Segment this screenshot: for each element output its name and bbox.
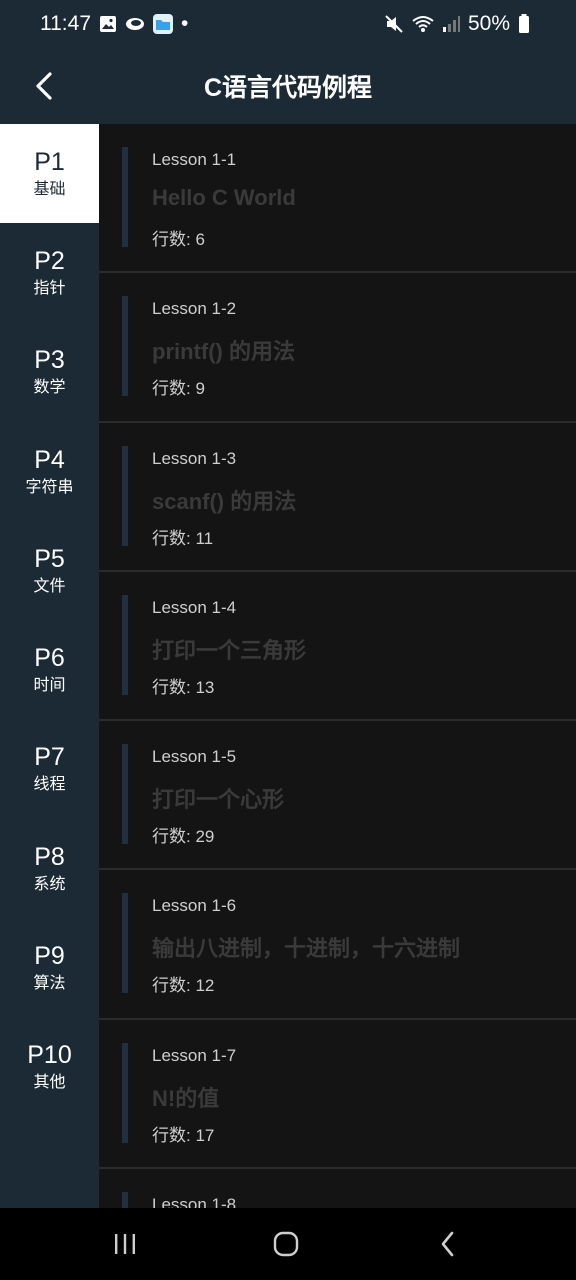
lesson-number: Lesson 1-3	[152, 448, 237, 468]
wifi-icon	[412, 15, 434, 33]
lesson-title: 打印一个心形	[152, 787, 285, 813]
notification-dot: •	[181, 12, 189, 35]
sidebar-item-p5[interactable]: P5 文件	[0, 521, 99, 620]
lesson-line-count: 行数: 29	[152, 827, 215, 847]
sidebar-item-code: P4	[34, 445, 65, 474]
sidebar-item-p10[interactable]: P10 其他	[0, 1018, 99, 1117]
lesson-line-count: 行数: 17	[152, 1125, 215, 1145]
sidebar-item-label: 时间	[33, 677, 66, 695]
lesson-line-count: 行数: 9	[152, 379, 205, 399]
sidebar-item-code: P5	[34, 544, 65, 573]
sidebar-item-p1[interactable]: P1 基础	[0, 124, 99, 224]
lesson-title: 打印一个三角形	[152, 637, 307, 663]
battery-icon	[518, 14, 530, 34]
lesson-card[interactable]: Lesson 1-3 scanf() 的用法 行数: 11	[99, 423, 576, 572]
lesson-list: Lesson 1-1 Hello C World 行数: 6 Lesson 1-…	[99, 124, 576, 1208]
lesson-title: scanf() 的用法	[152, 488, 297, 514]
back-arrow-icon	[36, 72, 52, 100]
mute-icon	[384, 14, 404, 34]
lesson-line-count: 行数: 11	[152, 528, 214, 548]
lesson-card[interactable]: Lesson 1-7 N!的值 行数: 17	[99, 1020, 576, 1170]
lesson-card[interactable]: Lesson 1-5 打印一个心形 行数: 29	[99, 721, 576, 871]
sidebar-item-code: P10	[27, 1041, 72, 1070]
lesson-number: Lesson 1-6	[152, 896, 237, 916]
files-icon	[153, 14, 173, 34]
lesson-number: Lesson 1-7	[152, 1045, 237, 1065]
lesson-accent-bar	[122, 296, 128, 397]
lesson-accent-bar	[122, 1192, 128, 1208]
gallery-icon	[99, 15, 117, 33]
sidebar-item-code: P8	[34, 842, 65, 871]
sidebar-item-code: P3	[34, 346, 65, 375]
recent-apps-icon	[115, 1234, 135, 1254]
home-button[interactable]	[266, 1226, 306, 1262]
home-icon	[273, 1231, 299, 1257]
lesson-line-count: 行数: 13	[152, 677, 215, 697]
lesson-line-count: 行数: 6	[152, 230, 205, 249]
sidebar-item-code: P9	[34, 942, 65, 971]
nav-back-button[interactable]	[428, 1226, 468, 1262]
lesson-line-count: 行数: 12	[152, 976, 215, 996]
sidebar-item-code: P2	[34, 246, 65, 275]
status-time: 11:47	[40, 12, 91, 35]
sidebar-item-label: 算法	[33, 975, 66, 993]
back-button[interactable]	[22, 64, 66, 108]
sidebar-item-label: 文件	[33, 577, 66, 595]
lesson-card[interactable]: Lesson 1-6 输出八进制，十进制，十六进制 行数: 12	[99, 870, 576, 1020]
sidebar-item-p4[interactable]: P4 字符串	[0, 422, 99, 521]
system-nav-bar	[0, 1208, 576, 1280]
sidebar-item-p3[interactable]: P3 数学	[0, 323, 99, 422]
lesson-title: printf() 的用法	[152, 339, 295, 365]
lesson-accent-bar	[122, 744, 128, 845]
signal-icon	[442, 15, 460, 33]
page-title: C语言代码例程	[203, 74, 373, 102]
lesson-accent-bar	[122, 147, 128, 247]
category-sidebar: P1 基础 P2 指针 P3 数学 P4 字符串 P5 文件 P6 时间 P7 …	[0, 124, 99, 1208]
sidebar-item-label: 系统	[33, 875, 66, 893]
sidebar-item-label: 线程	[33, 776, 66, 794]
lesson-title: N!的值	[152, 1085, 220, 1111]
lesson-number: Lesson 1-8	[152, 1195, 237, 1208]
sidebar-item-p6[interactable]: P6 时间	[0, 620, 99, 719]
sidebar-item-code: P7	[34, 743, 65, 772]
sidebar-item-label: 指针	[33, 279, 66, 297]
lesson-number: Lesson 1-4	[152, 597, 237, 617]
sidebar-item-label: 其他	[33, 1074, 66, 1092]
sidebar-item-code: P6	[34, 644, 65, 673]
status-left: 11:47 •	[40, 12, 188, 36]
lesson-number: Lesson 1-5	[152, 747, 237, 767]
lesson-accent-bar	[122, 1042, 128, 1143]
sidebar-item-p2[interactable]: P2 指针	[0, 223, 99, 322]
lesson-card[interactable]: Lesson 1-1 Hello C World 行数: 6	[99, 124, 576, 274]
lesson-accent-bar	[122, 445, 128, 546]
sidebar-item-p7[interactable]: P7 线程	[0, 720, 99, 819]
nav-back-icon	[441, 1231, 454, 1257]
sidebar-item-code: P1	[34, 147, 65, 176]
lesson-card[interactable]: Lesson 1-8	[99, 1169, 576, 1208]
lesson-number: Lesson 1-2	[152, 299, 237, 319]
lesson-card[interactable]: Lesson 1-2 printf() 的用法 行数: 9	[99, 273, 576, 423]
status-right: 50%	[384, 12, 530, 36]
lesson-title: Hello C World	[152, 185, 296, 210]
app-notification-icon	[125, 16, 145, 32]
sidebar-item-label: 数学	[33, 379, 66, 397]
sidebar-item-label: 基础	[33, 180, 66, 198]
sidebar-item-p9[interactable]: P9 算法	[0, 918, 99, 1017]
battery-percent: 50%	[467, 12, 510, 35]
status-bar: 11:47 • 50%	[0, 0, 576, 48]
lesson-title: 输出八进制，十进制，十六进制	[152, 936, 461, 962]
lesson-card[interactable]: Lesson 1-4 打印一个三角形 行数: 13	[99, 572, 576, 722]
app-bar: C语言代码例程	[0, 48, 576, 124]
sidebar-item-p8[interactable]: P8 系统	[0, 819, 99, 918]
lesson-accent-bar	[122, 594, 128, 695]
lesson-number: Lesson 1-1	[152, 150, 237, 169]
sidebar-item-label: 字符串	[25, 478, 74, 496]
recent-apps-button[interactable]	[105, 1226, 145, 1262]
lesson-accent-bar	[122, 893, 128, 994]
